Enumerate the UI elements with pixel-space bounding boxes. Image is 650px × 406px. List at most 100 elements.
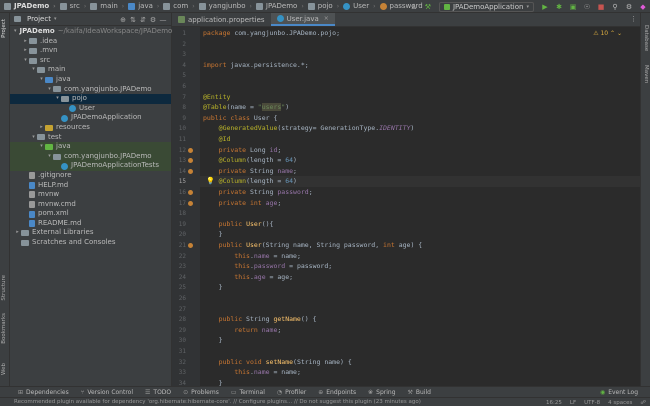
maven-tool-tab[interactable]: Maven [643, 65, 649, 83]
intention-bulb-icon[interactable]: 💡 [206, 177, 215, 185]
web-tool-tab[interactable]: Web [1, 363, 7, 375]
tree-item[interactable]: README.md [10, 219, 171, 229]
code-line[interactable]: private int age; [203, 198, 282, 209]
project-tool-tab[interactable]: Project [1, 19, 7, 38]
chevron-down-icon[interactable]: ▾ [14, 27, 17, 37]
breadcrumb-item[interactable]: pojo › [306, 2, 341, 10]
tree-item[interactable]: ▸ .mvn [10, 46, 171, 56]
chevron-down-icon[interactable]: ▾ [46, 152, 53, 162]
profile-icon[interactable]: ☉ [582, 2, 592, 12]
tool-window-button[interactable]: ⊕ Endpoints [312, 389, 362, 396]
code-line[interactable]: this.password = password; [203, 261, 332, 272]
chevron-right-icon[interactable]: ▸ [22, 37, 29, 47]
tool-window-button[interactable]: ◔ Profiler [271, 389, 312, 396]
tree-item[interactable]: ▸ resources [10, 123, 171, 133]
tree-item[interactable]: ▸ .idea [10, 37, 171, 47]
code-line[interactable]: } [203, 229, 223, 240]
code-line[interactable]: @GeneratedValue(strategy= GenerationType… [203, 123, 415, 134]
editor-gutter[interactable]: 1 2 3 4 5 6 7 8 9 10 11 12 13 14 15 16 17 18 19 20 21 22 23 24 2… [172, 27, 200, 387]
stop-icon[interactable]: ■ [596, 2, 606, 12]
tree-item[interactable]: mvnw.cmd [10, 200, 171, 210]
tree-item[interactable]: ▸ External Libraries [10, 228, 171, 238]
code-line[interactable]: } [203, 282, 223, 293]
vcs-user-icon[interactable]: ♙ [409, 2, 419, 12]
chevron-right-icon[interactable]: ▸ [38, 123, 45, 133]
tree-item[interactable]: HELP.md [10, 181, 171, 191]
code-line[interactable]: private String password; [203, 187, 313, 198]
tree-item[interactable]: ▾ pojo [10, 94, 171, 104]
breadcrumb-item[interactable]: yangjunbo › [197, 2, 254, 10]
run-configuration-select[interactable]: JPADemoApplication ▾ [438, 1, 534, 12]
chevron-down-icon[interactable]: ▾ [54, 94, 61, 104]
database-tool-tab[interactable]: Database [643, 25, 649, 51]
code-line[interactable]: public void setName(String name) { [203, 357, 352, 368]
db-column-icon[interactable] [188, 168, 193, 174]
caret-position[interactable]: 16:25 [546, 400, 562, 406]
run-icon[interactable]: ▶ [540, 2, 550, 12]
tree-item[interactable]: ▾ com.yangjunbo.JPADemo [10, 151, 171, 162]
lock-icon[interactable]: ☍ [640, 400, 646, 406]
tree-item[interactable]: ▾ test [10, 133, 171, 143]
tree-item[interactable]: JPADemoApplicationTests [10, 161, 171, 171]
chevron-down-icon[interactable]: ▾ [38, 142, 45, 152]
chevron-right-icon[interactable]: ▸ [14, 228, 21, 238]
line-separator[interactable]: LF [570, 400, 576, 406]
code-line[interactable]: return name; [203, 325, 281, 336]
tree-item[interactable]: Scratches and Consoles [10, 238, 171, 248]
file-encoding[interactable]: UTF-8 [584, 400, 600, 406]
locate-file-icon[interactable]: ⊕ [118, 14, 128, 25]
db-column-icon[interactable] [188, 200, 193, 206]
search-icon[interactable]: ⚲ [610, 2, 620, 12]
collapse-all-icon[interactable]: ⇵ [138, 14, 148, 25]
code-line[interactable]: @Column(length = 64) [203, 176, 297, 187]
chevron-down-icon[interactable]: ▾ [46, 85, 53, 95]
indent-setting[interactable]: 4 spaces [608, 400, 632, 406]
project-panel-title[interactable]: Project [27, 15, 51, 23]
ide-logo-icon[interactable]: ◆ [638, 2, 648, 12]
tree-item[interactable]: mvnw [10, 190, 171, 200]
build-hammer-icon[interactable]: ⚒ [423, 2, 433, 12]
hide-panel-icon[interactable]: — [158, 14, 168, 25]
tool-window-button[interactable]: ❀ Spring [362, 389, 401, 396]
tool-window-button[interactable]: ⚒ Build [402, 389, 437, 396]
inspection-warning-indicator[interactable]: ⚠ 10 ⌃ ⌄ [593, 30, 622, 37]
db-column-icon[interactable] [188, 147, 193, 153]
code-line[interactable]: import javax.persistence.*; [203, 60, 309, 71]
tree-item[interactable]: User [10, 104, 171, 114]
code-line[interactable]: @Table(name = "users") [203, 102, 289, 113]
code-line[interactable]: @Column(length = 64) [203, 155, 297, 166]
expand-all-icon[interactable]: ⇅ [128, 14, 138, 25]
breadcrumb-item[interactable]: java › [126, 2, 161, 10]
code-line[interactable]: package com.yangjunbo.JPADemo.pojo; [203, 28, 340, 39]
code-line[interactable]: private Long id; [203, 145, 282, 156]
settings-gear-icon[interactable]: ⚙ [624, 2, 634, 12]
code-line[interactable]: @Entity [203, 92, 230, 103]
tree-item[interactable]: ▾ java [10, 142, 171, 152]
code-line[interactable]: public User(String name, String password… [203, 240, 423, 251]
status-message[interactable]: Recommended plugin available for depende… [0, 399, 440, 405]
debug-icon[interactable]: ✱ [554, 2, 564, 12]
close-icon[interactable]: × [324, 15, 329, 22]
tree-item[interactable]: ▾ src [10, 56, 171, 66]
tree-item[interactable]: ▾ JPADemo ~/kaifa/IdeaWorkspace/JPADemo [10, 27, 172, 37]
event-log-button[interactable]: ◉ Event Log [594, 389, 644, 396]
more-tabs-icon[interactable]: ⋮ [630, 15, 637, 23]
options-gear-icon[interactable]: ⚙ [148, 14, 158, 25]
code-line[interactable]: } [203, 378, 223, 386]
breadcrumb-item[interactable]: JPADemo › [0, 2, 58, 10]
code-editor[interactable]: ⚠ 10 ⌃ ⌄ package com.yangjunbo.JPADemo.p… [200, 27, 640, 386]
code-line[interactable]: this.name = name; [203, 367, 301, 378]
bookmarks-tool-tab[interactable]: Bookmarks [1, 313, 7, 344]
tree-item[interactable]: ▾ main [10, 65, 171, 75]
tree-item[interactable]: .gitignore [10, 171, 171, 181]
editor-tab[interactable]: User.java × [270, 13, 335, 26]
editor-tab[interactable]: application.properties [172, 13, 271, 26]
chevron-down-icon[interactable]: ▾ [22, 56, 29, 66]
chevron-down-icon[interactable]: ▾ [38, 75, 45, 85]
structure-tool-tab[interactable]: Structure [1, 275, 7, 301]
breadcrumb-item[interactable]: com › [161, 2, 196, 10]
tree-item[interactable]: pom.xml [10, 209, 171, 219]
chevron-down-icon[interactable]: ▾ [30, 133, 37, 143]
tool-window-button[interactable]: ☰ TODO [139, 389, 177, 396]
breadcrumb-item[interactable]: main › [88, 2, 126, 10]
